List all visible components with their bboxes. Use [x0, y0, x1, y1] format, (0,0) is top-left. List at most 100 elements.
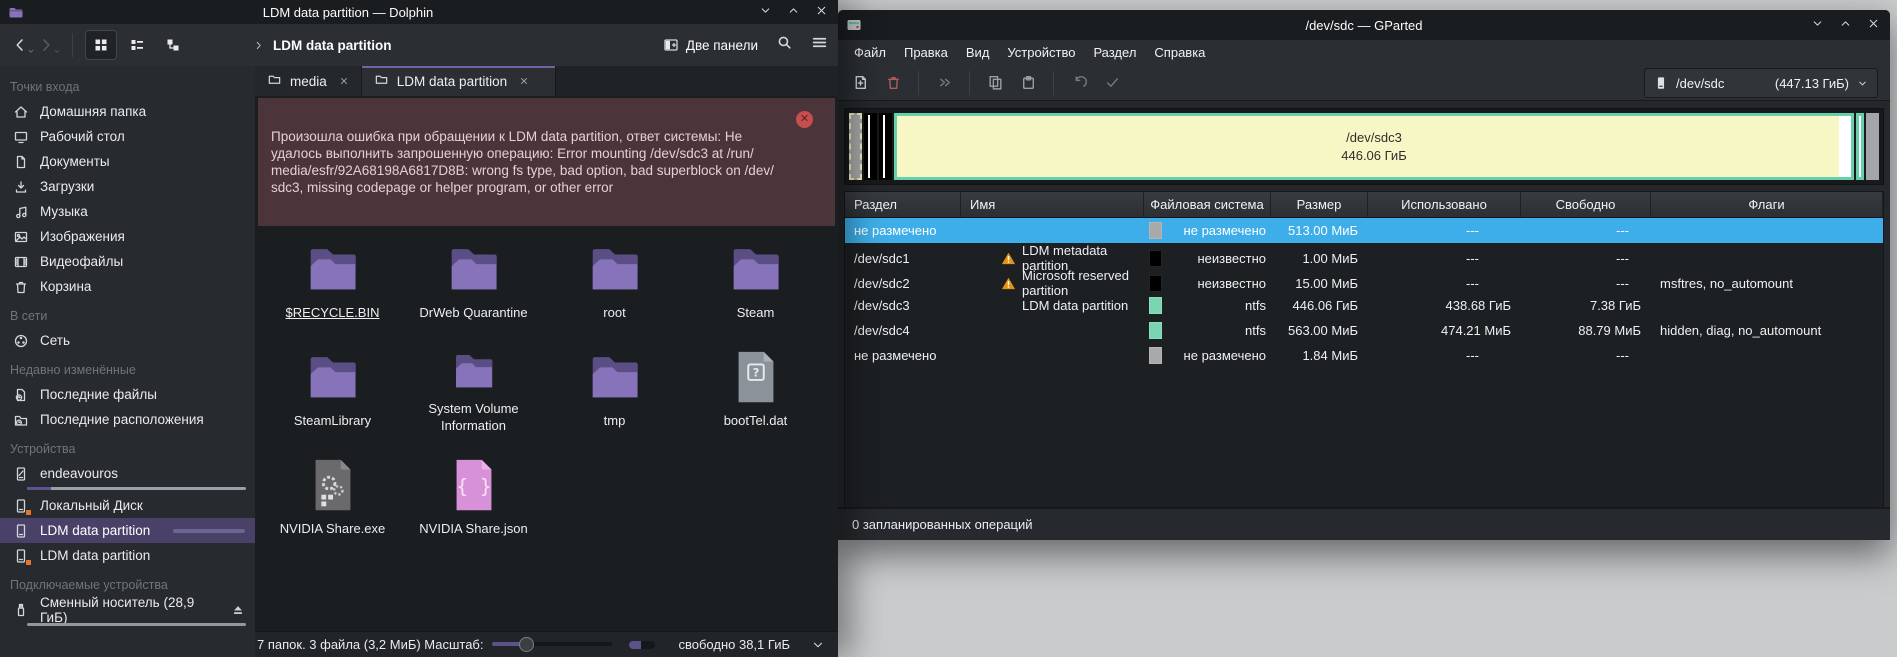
close-icon[interactable]: [815, 4, 828, 20]
sidebar-item-music[interactable]: Музыка: [0, 199, 255, 224]
menu-partition[interactable]: Раздел: [1084, 40, 1145, 65]
table-row[interactable]: /dev/sdc2 Microsoft reserved partition н…: [845, 268, 1883, 293]
file-item[interactable]: bootTel.dat: [685, 346, 826, 434]
column-header-size[interactable]: Размер: [1271, 192, 1368, 217]
folder-icon: [584, 238, 646, 300]
segment-sdc1[interactable]: [864, 113, 877, 180]
minimize-icon[interactable]: [1811, 17, 1824, 33]
file-item[interactable]: NVIDIA Share.exe: [262, 454, 403, 542]
new-partition-button[interactable]: [846, 69, 874, 97]
dolphin-window: LDM data partition — Dolphin LDM data pa…: [0, 0, 838, 657]
menu-view[interactable]: Вид: [957, 40, 999, 65]
sidebar-item-recent-files[interactable]: Последние файлы: [0, 382, 255, 407]
eject-icon[interactable]: [231, 603, 245, 617]
error-close-icon[interactable]: ✕: [796, 111, 813, 128]
slider-handle[interactable]: [519, 637, 534, 652]
menu-edit[interactable]: Правка: [895, 40, 957, 65]
file-item[interactable]: $RECYCLE.BIN: [262, 238, 403, 326]
segment-sdc2[interactable]: [879, 113, 892, 180]
chevron-down-icon[interactable]: [811, 638, 825, 652]
fs-color-swatch: [1149, 322, 1162, 339]
split-panels-label: Две панели: [686, 38, 758, 53]
column-header-filesystem[interactable]: Файловая система: [1144, 192, 1271, 217]
download-icon: [13, 179, 29, 195]
folder-icon: [443, 238, 505, 300]
device-selector[interactable]: /dev/sdc (447.13 ГиБ): [1644, 68, 1878, 98]
segment-unallocated-selected[interactable]: [849, 113, 862, 180]
tab-close-icon[interactable]: [519, 76, 529, 86]
sidebar-item-downloads[interactable]: Загрузки: [0, 174, 255, 199]
zoom-slider[interactable]: [492, 637, 612, 652]
copy-button[interactable]: [981, 69, 1009, 97]
sidebar-item-endeavouros[interactable]: endeavouros: [0, 461, 255, 486]
table-row[interactable]: /dev/sdc3 LDM data partition ntfs 446.06…: [845, 293, 1883, 318]
items-summary: 7 папок. 3 файла (3,2 МиБ): [257, 637, 421, 652]
file-item[interactable]: root: [544, 238, 685, 326]
close-icon[interactable]: [1867, 17, 1880, 33]
column-header-flags[interactable]: Флаги: [1651, 192, 1883, 217]
minimize-icon[interactable]: [759, 4, 772, 20]
icons-view-button[interactable]: [85, 30, 117, 60]
gparted-menubar: Файл Правка Вид Устройство Раздел Справк…: [838, 40, 1890, 65]
column-header-free[interactable]: Свободно: [1521, 192, 1651, 217]
breadcrumb[interactable]: LDM data partition: [253, 38, 392, 53]
file-item[interactable]: System Volume Information: [403, 346, 544, 434]
menu-device[interactable]: Устройство: [998, 40, 1084, 65]
sidebar-item-network[interactable]: Сеть: [0, 328, 255, 353]
undo-button[interactable]: [1065, 69, 1093, 97]
sidebar-item-local-disk[interactable]: Локальный Диск: [0, 493, 255, 518]
table-row[interactable]: /dev/sdc4 ntfs 563.00 МиБ 474.21 МиБ 88.…: [845, 318, 1883, 343]
sidebar-item-home[interactable]: Домашняя папка: [0, 99, 255, 124]
forward-button[interactable]: [36, 33, 62, 57]
paste-button[interactable]: [1014, 69, 1042, 97]
sidebar-item-recent-locations[interactable]: Последние расположения: [0, 407, 255, 432]
delete-partition-button[interactable]: [879, 69, 907, 97]
search-icon[interactable]: [776, 34, 793, 56]
sidebar-item-documents[interactable]: Документы: [0, 149, 255, 174]
sidebar-item-ldm-data-partition-2[interactable]: LDM data partition: [0, 543, 255, 568]
segment-unallocated-end[interactable]: [1866, 113, 1879, 180]
details-view-button[interactable]: [121, 30, 153, 60]
file-view: $RECYCLE.BIN DrWeb Quarantine root Steam…: [255, 226, 838, 631]
sidebar-item-removable-media[interactable]: Сменный носитель (28,9 ГиБ): [0, 597, 255, 622]
table-row[interactable]: /dev/sdc1 LDM metadata partition неизвес…: [845, 243, 1883, 268]
endeavouros-usage-bar: [27, 487, 246, 490]
tree-view-button[interactable]: [157, 30, 189, 60]
hamburger-menu-icon[interactable]: [811, 34, 828, 56]
file-item[interactable]: NVIDIA Share.json: [403, 454, 544, 542]
segment-sdc3[interactable]: /dev/sdc3 446.06 ГиБ: [894, 113, 1854, 180]
table-row[interactable]: не размечено не размечено 513.00 МиБ ---…: [845, 218, 1883, 243]
tab-ldm-data-partition[interactable]: LDM data partition: [362, 66, 556, 96]
sidebar-item-desktop[interactable]: Рабочий стол: [0, 124, 255, 149]
table-row[interactable]: не размечено не размечено 1.84 МиБ --- -…: [845, 343, 1883, 368]
maximize-icon[interactable]: [787, 4, 800, 20]
menu-help[interactable]: Справка: [1145, 40, 1214, 65]
toolbar-separator: [1053, 71, 1054, 95]
maximize-icon[interactable]: [1839, 17, 1852, 33]
file-item[interactable]: tmp: [544, 346, 685, 434]
file-item[interactable]: Steam: [685, 238, 826, 326]
sidebar-item-ldm-data-partition[interactable]: LDM data partition: [0, 518, 255, 543]
column-header-name[interactable]: Имя: [961, 192, 1144, 217]
resize-move-button[interactable]: [930, 69, 958, 97]
folder-icon: [267, 72, 282, 90]
back-button[interactable]: [10, 33, 36, 57]
apply-button[interactable]: [1098, 69, 1126, 97]
sidebar-item-trash[interactable]: Корзина: [0, 274, 255, 299]
warning-icon: [1001, 251, 1016, 266]
image-icon: [13, 229, 29, 245]
tab-close-icon[interactable]: [339, 76, 349, 86]
folder-icon: [302, 238, 364, 300]
sidebar-item-images[interactable]: Изображения: [0, 224, 255, 249]
file-item[interactable]: SteamLibrary: [262, 346, 403, 434]
column-header-partition[interactable]: Раздел: [845, 192, 961, 217]
segment-sdc4[interactable]: [1856, 113, 1864, 180]
split-panels-button[interactable]: Две панели: [663, 37, 758, 53]
menu-file[interactable]: Файл: [845, 40, 895, 65]
column-header-used[interactable]: Использовано: [1368, 192, 1521, 217]
sidebar-item-videos[interactable]: Видеофайлы: [0, 249, 255, 274]
dolphin-toolbar: LDM data partition Две панели: [0, 24, 838, 66]
pending-operations-label: 0 запланированных операций: [852, 517, 1033, 532]
tab-media[interactable]: media: [255, 66, 362, 96]
file-item[interactable]: DrWeb Quarantine: [403, 238, 544, 326]
